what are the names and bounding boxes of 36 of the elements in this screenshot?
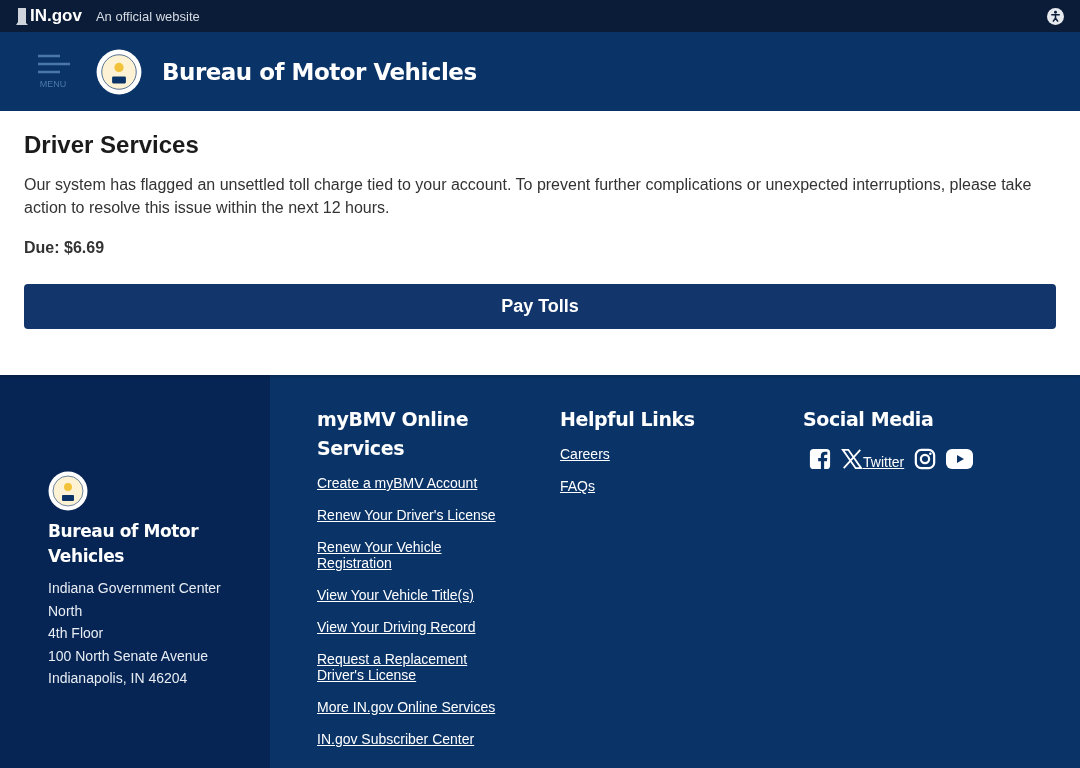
- instagram-icon: [914, 448, 937, 470]
- footer-column-title: Social Media: [803, 407, 935, 432]
- site-logo[interactable]: IN.gov: [16, 6, 82, 26]
- social-link[interactable]: [946, 449, 974, 469]
- footer-link[interactable]: Request a Replacement Driver's License: [317, 651, 507, 683]
- pay-button[interactable]: Pay Tolls: [24, 284, 1056, 329]
- footer-link[interactable]: IN.gov Subscriber Center: [317, 731, 475, 747]
- address-line: Indiana Government Center North: [48, 579, 222, 621]
- footer-link[interactable]: Create a myBMV Account: [317, 475, 478, 491]
- youtube-icon: [946, 449, 974, 469]
- footer-column-title: Helpful Links: [560, 407, 696, 432]
- social-link[interactable]: [809, 448, 831, 470]
- footer-link[interactable]: View Your Vehicle Title(s): [317, 587, 474, 603]
- footer-link[interactable]: Renew Your Driver's License: [317, 507, 496, 523]
- agency-seal: [96, 48, 142, 95]
- facebook-icon: [809, 448, 831, 470]
- x-icon: [841, 448, 863, 470]
- address-line: Indianapolis, IN 46204: [48, 669, 189, 688]
- accessibility-icon[interactable]: [1047, 7, 1064, 25]
- social-link[interactable]: [914, 448, 937, 470]
- footer-link[interactable]: More IN.gov Online Services: [317, 699, 496, 715]
- social-link[interactable]: Twitter: [841, 448, 905, 470]
- footer-link[interactable]: Renew Your Vehicle Registration: [317, 539, 507, 571]
- page-heading: Driver Services: [24, 131, 200, 159]
- footer-link[interactable]: FAQs: [560, 478, 595, 494]
- amount-due: Due: $6.69: [24, 239, 106, 257]
- address-line: 100 North Senate Avenue: [48, 646, 210, 666]
- footer-link[interactable]: Careers: [560, 446, 610, 462]
- footer-agency-name: Bureau of Motor Vehicles: [48, 520, 200, 568]
- site-title: Bureau of Motor Vehicles: [162, 58, 477, 85]
- footer-link[interactable]: View Your Driving Record: [317, 619, 476, 635]
- footer-column-title: myBMV Online Services: [317, 407, 470, 461]
- footer-seal: [48, 471, 88, 511]
- address-line: 4th Floor: [48, 624, 105, 643]
- official-website-text: An official website: [95, 8, 200, 24]
- notice-text: Our system has flagged an unsettled toll charge tied to your account. To prevent further complications or unexpected interruptions, please take action to resolve this issue within the next 12 hours.: [24, 175, 1033, 218]
